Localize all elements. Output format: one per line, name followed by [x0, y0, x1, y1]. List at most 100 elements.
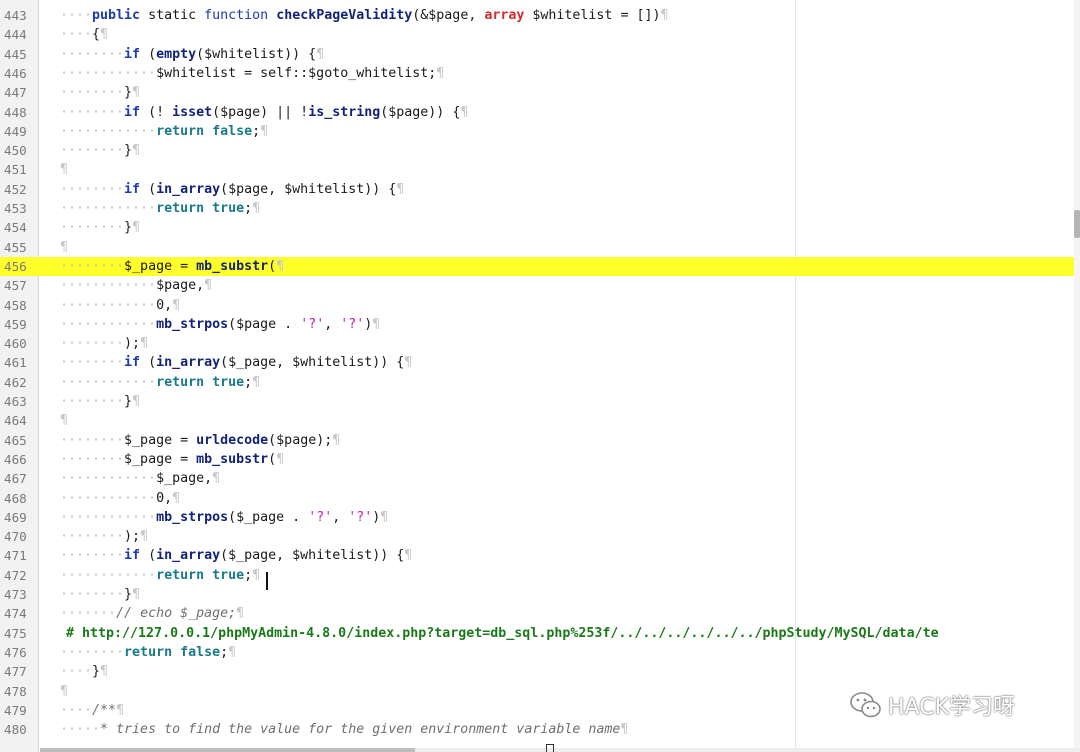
code-line[interactable]: 464 ¶ — [0, 411, 1074, 430]
code-text: ········);¶ — [60, 529, 149, 545]
code-text: ············$whitelist = self::$goto_whi… — [60, 65, 445, 81]
code-line[interactable]: 448 ········if (! isset($page) || !is_str… — [0, 103, 1074, 122]
code-text: ········}¶ — [60, 394, 141, 409]
line-number: 479 — [4, 702, 27, 718]
watermark: HACK学习呀 — [850, 690, 1060, 720]
line-number: 462 — [4, 374, 27, 390]
code-text: ¶ — [60, 239, 69, 255]
code-line[interactable]: 446 ············$whitelist = self::$goto_… — [0, 64, 1074, 83]
code-text: ········);¶ — [60, 336, 149, 352]
code-line[interactable]: 451 ¶ — [0, 160, 1074, 179]
code-line[interactable]: 463 ········}¶ — [0, 392, 1074, 411]
line-number: 472 — [4, 567, 27, 583]
line-number: 443 — [4, 8, 27, 23]
line-number: 463 — [4, 394, 27, 409]
line-number: 467 — [4, 471, 27, 487]
line-number: 459 — [4, 316, 27, 332]
line-number: 458 — [4, 297, 27, 313]
code-line[interactable]: 468 ············0,¶ — [0, 489, 1074, 508]
code-line[interactable]: 444 ····{¶ — [0, 25, 1074, 44]
code-text: ············return true;¶ — [60, 201, 261, 216]
code-text: # http://127.0.0.1/phpMyAdmin-4.8.0/inde… — [66, 625, 939, 641]
code-line[interactable]: 480 ·····* tries to find the value for th… — [0, 720, 1074, 739]
code-line[interactable]: 445 ········if (empty($whitelist)) {¶ — [0, 45, 1074, 64]
code-line[interactable]: 469 ············mb_strpos($_page . '?', '… — [0, 508, 1074, 527]
code-text: ············return false;¶ — [60, 123, 269, 139]
code-text: ············0,¶ — [60, 490, 181, 506]
code-line[interactable]: 457 ············$page,¶ — [0, 276, 1074, 295]
code-text: ¶ — [60, 683, 69, 699]
highlighted-code-line[interactable]: 456 ········$_page = mb_substr(¶ — [0, 256, 1074, 277]
code-line[interactable]: 475 # http://127.0.0.1/phpMyAdmin-4.8.0/i… — [0, 624, 1074, 643]
line-number: 474 — [4, 606, 27, 622]
code-line[interactable]: 472 ············return true;¶ — [0, 566, 1074, 585]
code-line[interactable]: 471 ········if (in_array($_page, $whiteli… — [0, 546, 1074, 565]
code-text: ············0,¶ — [60, 297, 181, 313]
code-line[interactable]: 461 ········if (in_array($_page, $whiteli… — [0, 353, 1074, 372]
code-line[interactable]: 458 ············0,¶ — [0, 296, 1074, 315]
line-number: 456 — [4, 258, 27, 274]
code-line[interactable]: 465 ········$_page = urldecode($page);¶ — [0, 431, 1074, 450]
code-area[interactable]: 443 ····public static function checkPageV… — [0, 0, 1080, 752]
code-line[interactable]: 467 ············$_page,¶ — [0, 469, 1074, 488]
code-text: ············mb_strpos($page . '?', '?')¶ — [60, 316, 381, 332]
line-number: 475 — [4, 625, 27, 641]
line-number: 445 — [4, 46, 27, 62]
code-text: ¶ — [60, 162, 69, 178]
code-line[interactable]: 466 ········$_page = mb_substr(¶ — [0, 450, 1074, 469]
text-cursor-ibeam-icon — [266, 572, 268, 590]
code-line[interactable]: 473 ········}¶ — [0, 585, 1074, 604]
code-line[interactable]: 450 ········}¶ — [0, 141, 1074, 160]
vertical-scrollbar-thumb[interactable] — [1074, 210, 1080, 238]
line-number: 478 — [4, 683, 27, 699]
code-text: ············$_page,¶ — [60, 471, 221, 487]
mouse-cursor-icon — [546, 744, 554, 752]
code-line[interactable]: 447 ········}¶ — [0, 83, 1074, 102]
line-number: 471 — [4, 548, 27, 564]
vertical-scrollbar[interactable] — [1074, 0, 1080, 752]
code-text: ········}¶ — [60, 220, 141, 236]
code-line[interactable]: 459 ············mb_strpos($page . '?', '?… — [0, 315, 1074, 334]
watermark-text: HACK学习呀 — [888, 695, 1015, 720]
line-number: 455 — [4, 239, 27, 255]
code-text: ····public static function checkPageVali… — [60, 8, 669, 23]
code-text: ·······// echo $_page;¶ — [60, 606, 245, 622]
code-text: ············$page,¶ — [60, 278, 213, 294]
line-number: 450 — [4, 143, 27, 159]
code-line[interactable]: 455 ¶ — [0, 238, 1074, 257]
code-line[interactable]: 460 ········);¶ — [0, 334, 1074, 353]
code-line[interactable]: 449 ············return false;¶ — [0, 122, 1074, 141]
line-number: 453 — [4, 201, 27, 216]
code-line[interactable]: 470 ········);¶ — [0, 527, 1074, 546]
line-number: 457 — [4, 278, 27, 294]
line-number: 470 — [4, 529, 27, 545]
code-line[interactable]: 453 ············return true;¶ — [0, 199, 1074, 218]
line-number: 477 — [4, 664, 27, 680]
code-line[interactable]: 477 ····}¶ — [0, 662, 1074, 681]
code-line[interactable]: 474 ·······// echo $_page;¶ — [0, 604, 1074, 623]
line-number: 454 — [4, 220, 27, 236]
horizontal-scrollbar[interactable] — [40, 748, 1080, 752]
code-text: ········$_page = mb_substr(¶ — [60, 451, 285, 467]
line-number: 480 — [4, 722, 27, 738]
horizontal-scrollbar-thumb[interactable] — [40, 748, 415, 752]
line-number: 464 — [4, 413, 27, 429]
code-line[interactable]: 454 ········}¶ — [0, 218, 1074, 237]
code-line[interactable]: 452 ········if (in_array($page, $whitelis… — [0, 180, 1074, 199]
code-text: ········$_page = urldecode($page);¶ — [60, 432, 341, 448]
line-number: 448 — [4, 104, 27, 120]
line-number: 449 — [4, 123, 27, 139]
code-editor[interactable]: 443 ····public static function checkPageV… — [0, 0, 1080, 752]
line-number: 469 — [4, 509, 27, 525]
code-line[interactable]: 476 ········return false;¶ — [0, 643, 1074, 662]
line-number: 468 — [4, 490, 27, 506]
code-text: ····/**¶ — [60, 702, 125, 718]
code-line[interactable]: 443 ····public static function checkPageV… — [0, 6, 1074, 25]
line-number: 447 — [4, 85, 27, 101]
line-number: 461 — [4, 355, 27, 371]
code-text: ·····* tries to find the value for the g… — [60, 722, 629, 738]
code-line[interactable]: 462 ············return true;¶ — [0, 373, 1074, 392]
code-text: ········if (empty($whitelist)) {¶ — [60, 46, 325, 62]
code-text: ········}¶ — [60, 587, 141, 602]
code-text: ········if (! isset($page) || !is_string… — [60, 104, 469, 120]
